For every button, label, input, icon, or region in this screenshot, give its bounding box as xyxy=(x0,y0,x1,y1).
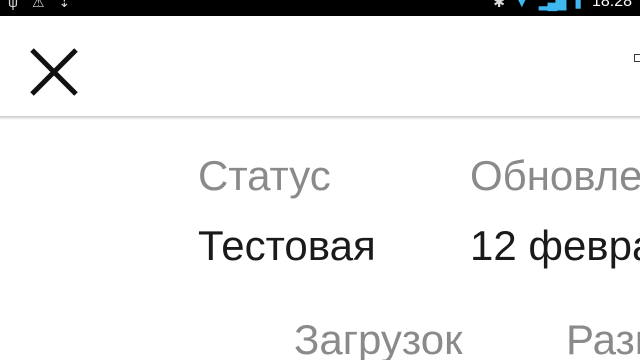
toolbar xyxy=(0,16,640,118)
signal-icon: ▂▄▆ xyxy=(538,0,566,10)
debug-icon: ⚠ xyxy=(31,0,45,10)
overflow-menu-icon[interactable] xyxy=(634,54,640,62)
updated-value: 12 февраля xyxy=(470,222,640,269)
bluetooth-icon: ✱ xyxy=(493,0,505,10)
status-clock: 18:28 xyxy=(591,0,632,10)
status-value: Тестовая xyxy=(198,222,376,269)
wifi-icon: ▼ xyxy=(514,0,529,10)
status-bar: ψ ⚠ ⇣ ✱ ▼ ▂▄▆ ▮ 18:28 xyxy=(0,0,640,16)
size-label: Размер xyxy=(566,316,640,360)
notification-icons: ψ ⚠ ⇣ xyxy=(8,0,70,11)
download-icon: ⇣ xyxy=(58,0,71,10)
system-icons: ✱ ▼ ▂▄▆ ▮ 18:28 xyxy=(493,0,632,11)
status-label: Статус xyxy=(198,152,331,199)
battery-icon: ▮ xyxy=(574,0,582,10)
close-button[interactable] xyxy=(22,40,86,104)
downloads-label: Загрузок xyxy=(294,316,463,360)
toolbar-divider xyxy=(0,116,640,120)
usb-icon: ψ xyxy=(8,0,18,10)
updated-label: Обновлено xyxy=(470,152,640,199)
app-screen: ψ ⚠ ⇣ ✱ ▼ ▂▄▆ ▮ 18:28 Статус Тестовая Об… xyxy=(0,0,640,360)
close-icon xyxy=(30,48,78,96)
